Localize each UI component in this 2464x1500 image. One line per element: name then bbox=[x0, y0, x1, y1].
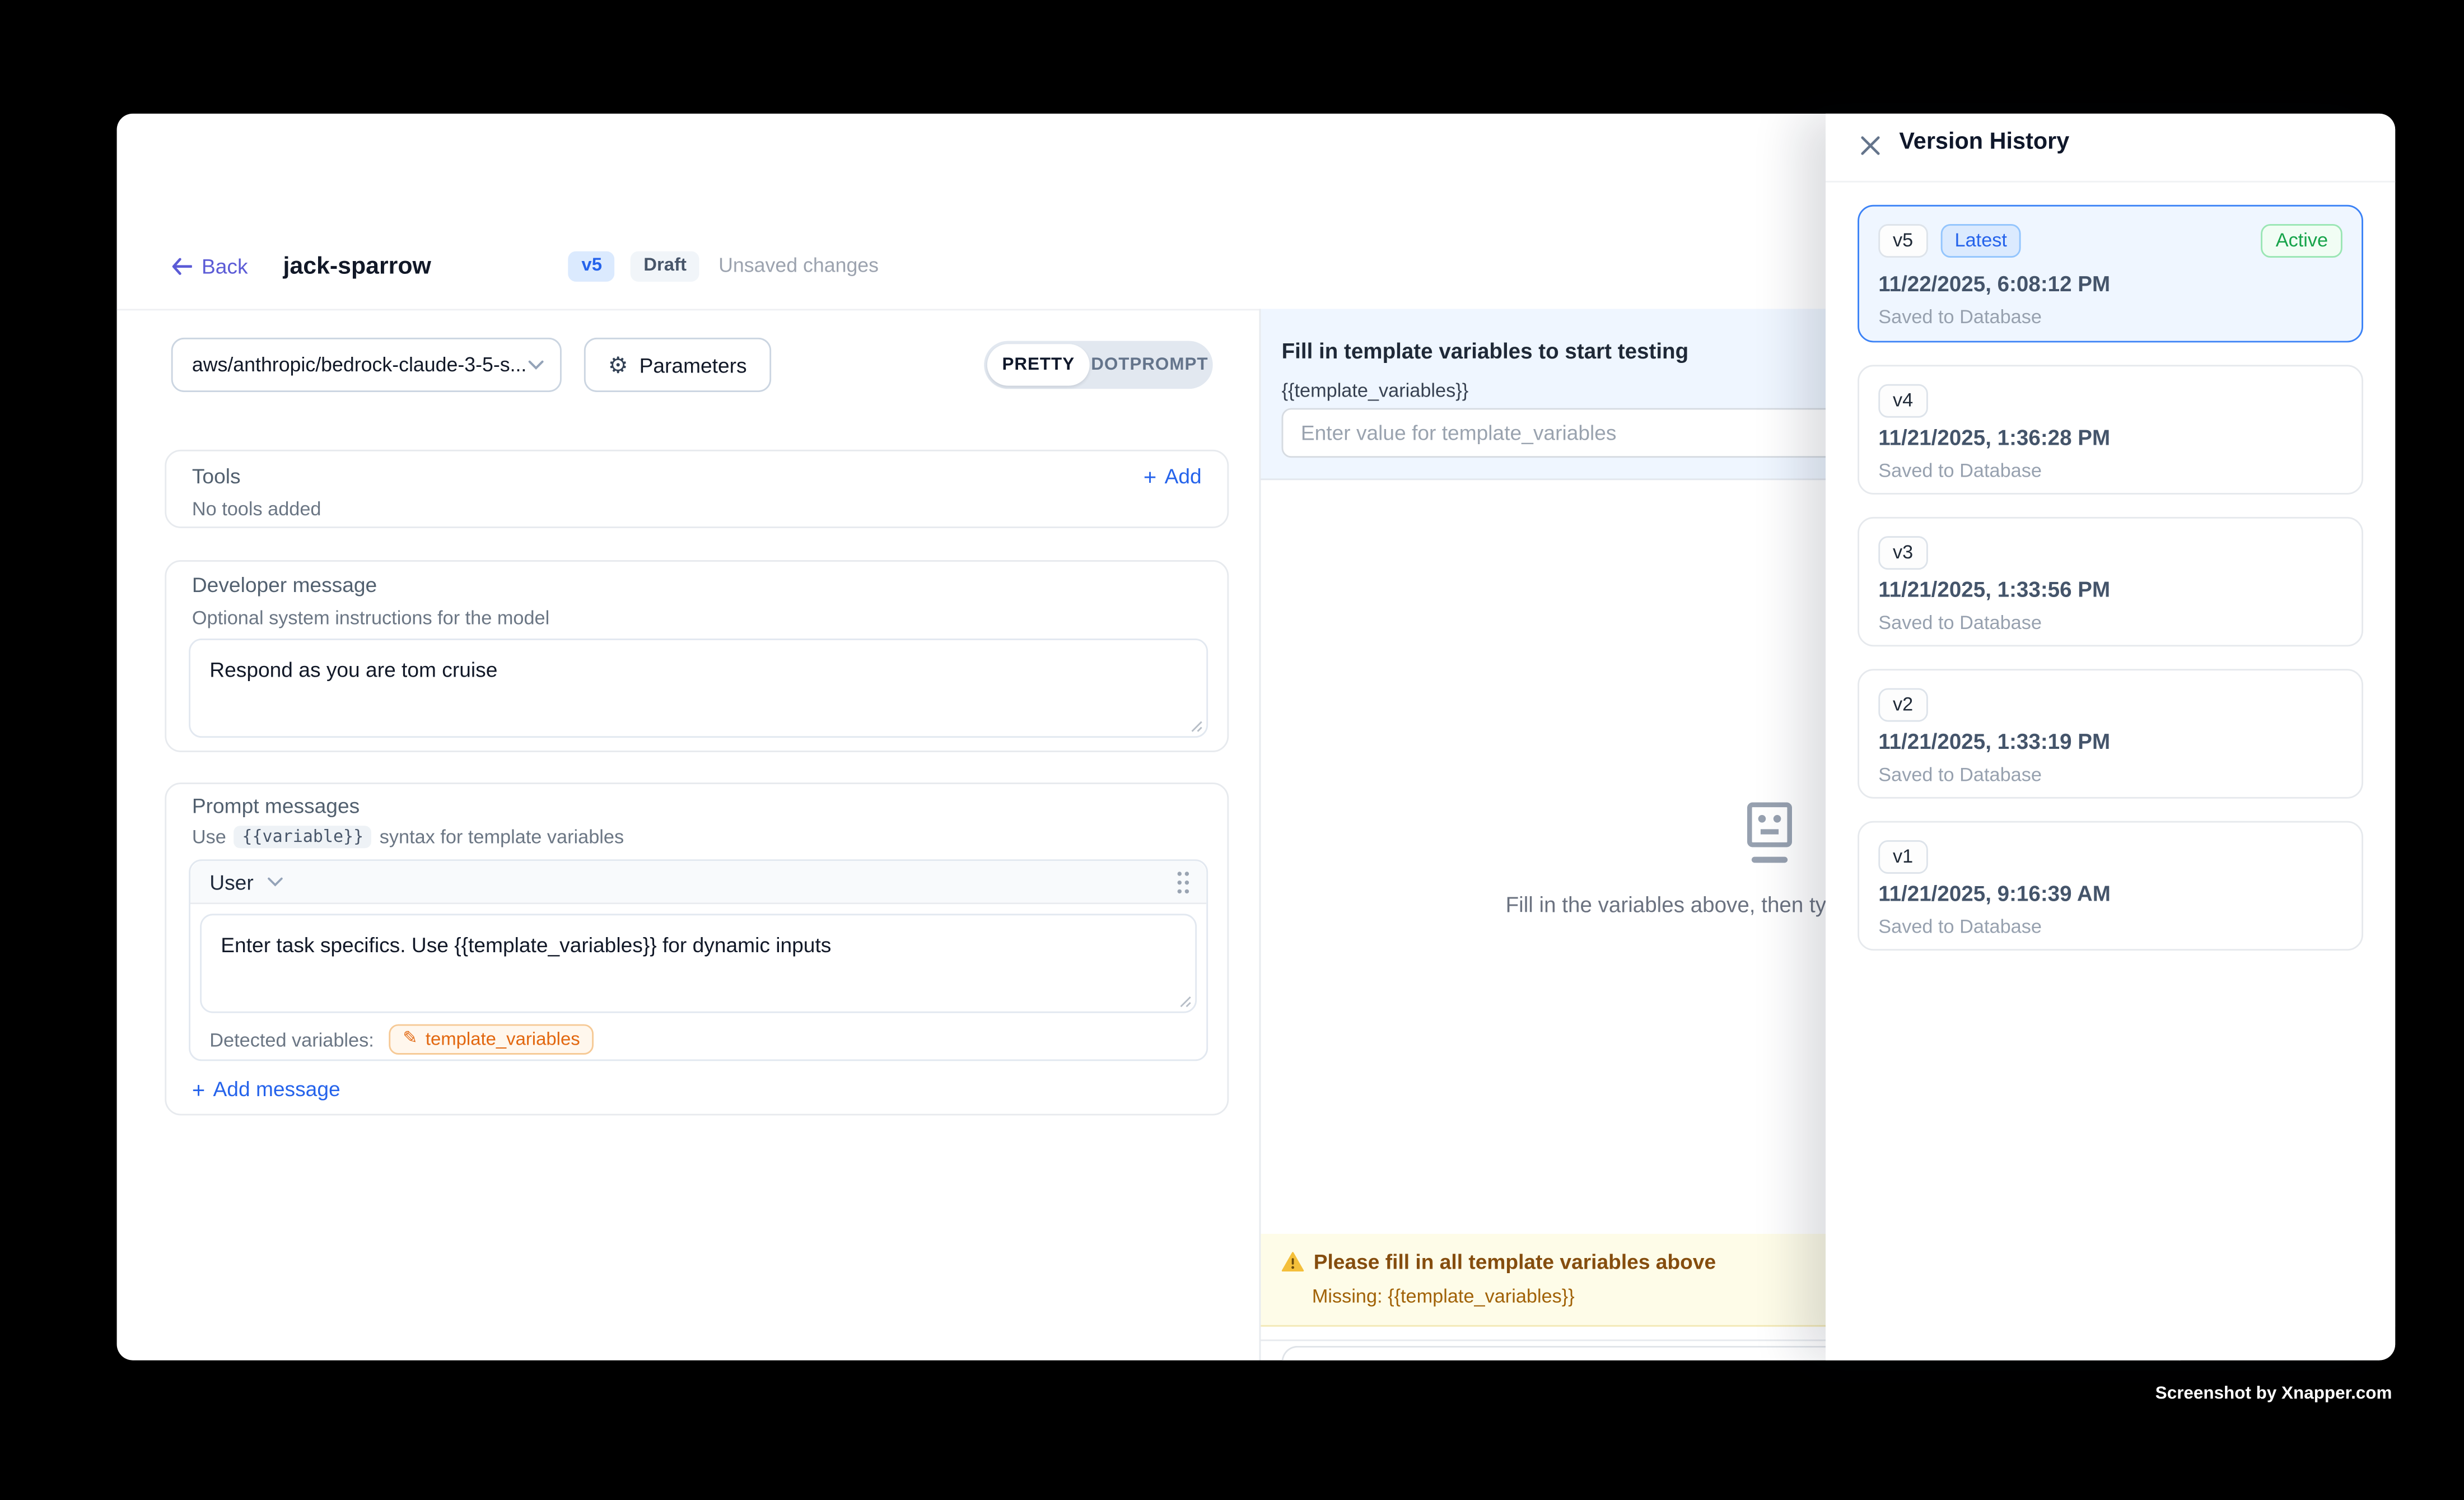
version-chip: v5 bbox=[1878, 224, 1928, 258]
developer-message-card: Developer message Optional system instru… bbox=[165, 560, 1229, 752]
chip-row: v1 bbox=[1878, 840, 1928, 874]
arrow-left-icon bbox=[171, 258, 192, 275]
version-card-v1[interactable]: v1 11/21/2025, 9:16:39 AM Saved to Datab… bbox=[1858, 821, 2363, 951]
warning-missing-text: Missing: {{template_variables}} bbox=[1312, 1285, 1575, 1307]
detected-variables-row: Detected variables: ✎ template_variables bbox=[209, 1024, 594, 1055]
back-label: Back bbox=[202, 254, 248, 278]
model-select-value: aws/anthropic/bedrock-claude-3-5-s... bbox=[192, 353, 526, 376]
warning-title-row: Please fill in all template variables ab… bbox=[1282, 1250, 1716, 1274]
tools-card: Tools + Add No tools added bbox=[165, 450, 1229, 528]
message-block: User Enter task specifics. Use {{templat… bbox=[189, 859, 1208, 1061]
panel-divider bbox=[1826, 181, 2395, 183]
unsaved-changes-text: Unsaved changes bbox=[718, 255, 879, 277]
version-chip: v1 bbox=[1878, 840, 1928, 874]
version-timestamp: 11/21/2025, 9:16:39 AM bbox=[1878, 882, 2111, 906]
prompt-messages-title: Prompt messages bbox=[192, 794, 360, 818]
version-timestamp: 11/21/2025, 1:33:19 PM bbox=[1878, 730, 2110, 754]
developer-message-subtitle: Optional system instructions for the mod… bbox=[192, 607, 549, 629]
version-card-v5[interactable]: v5 Latest Active 11/22/2025, 6:08:12 PM … bbox=[1858, 205, 2363, 343]
prompt-messages-card: Prompt messages Use {{variable}} syntax … bbox=[165, 782, 1229, 1115]
version-chip: v4 bbox=[1878, 384, 1928, 418]
gear-icon: ⚙ bbox=[608, 353, 628, 376]
plus-icon: + bbox=[192, 1078, 205, 1100]
latest-chip: Latest bbox=[1940, 224, 2022, 258]
add-tool-label: Add bbox=[1165, 464, 1202, 488]
version-card-v3[interactable]: v3 11/21/2025, 1:33:56 PM Saved to Datab… bbox=[1858, 517, 2363, 646]
message-field-wrap: Enter task specifics. Use {{template_var… bbox=[200, 914, 1197, 1013]
version-timestamp: 11/22/2025, 6:08:12 PM bbox=[1878, 272, 2110, 296]
version-chip: v3 bbox=[1878, 536, 1928, 570]
drag-handle-icon[interactable] bbox=[1176, 870, 1191, 894]
role-select[interactable]: User bbox=[209, 870, 284, 894]
plus-icon: + bbox=[1144, 465, 1156, 487]
subtitle-prefix: Use bbox=[192, 826, 226, 848]
version-storage: Saved to Database bbox=[1878, 459, 2042, 482]
toggle-pretty[interactable]: PRETTY bbox=[987, 344, 1090, 385]
bot-face-icon bbox=[1746, 800, 1794, 868]
tools-empty-text: No tools added bbox=[192, 498, 321, 520]
version-storage: Saved to Database bbox=[1878, 306, 2042, 328]
active-chip: Active bbox=[2261, 224, 2342, 258]
banner-title: Fill in template variables to start test… bbox=[1282, 339, 1689, 364]
page-title: jack-sparrow bbox=[283, 253, 431, 280]
close-icon[interactable] bbox=[1859, 134, 1882, 157]
detected-variable-chip[interactable]: ✎ template_variables bbox=[389, 1024, 595, 1055]
add-message-label: Add message bbox=[213, 1077, 340, 1101]
role-value: User bbox=[209, 870, 253, 894]
developer-message-input[interactable]: Respond as you are tom cruise bbox=[189, 639, 1208, 738]
version-history-panel: Version History v5 Latest Active 11/22/2… bbox=[1826, 114, 2395, 1361]
warning-triangle-icon bbox=[1282, 1251, 1304, 1272]
parameters-label: Parameters bbox=[640, 353, 747, 377]
add-tool-button[interactable]: + Add bbox=[1144, 464, 1202, 488]
pencil-icon: ✎ bbox=[403, 1031, 417, 1048]
watermark-text: Screenshot by Xnapper.com bbox=[2155, 1384, 2392, 1403]
detected-variable-name: template_variables bbox=[426, 1030, 580, 1049]
chip-row: v3 bbox=[1878, 536, 1928, 570]
back-button[interactable]: Back bbox=[171, 254, 248, 278]
version-badge: v5 bbox=[569, 251, 615, 282]
template-variable-label: {{template_variables}} bbox=[1282, 379, 1469, 402]
model-select[interactable]: aws/anthropic/bedrock-claude-3-5-s... bbox=[171, 338, 562, 392]
version-storage: Saved to Database bbox=[1878, 611, 2042, 633]
prompt-messages-subtitle: Use {{variable}} syntax for template var… bbox=[192, 826, 624, 848]
chip-row: v4 bbox=[1878, 384, 1928, 418]
version-storage: Saved to Database bbox=[1878, 915, 2042, 938]
empty-state-text: Fill in the variables above, then typ bbox=[1506, 893, 1838, 917]
chip-row: v2 bbox=[1878, 688, 1928, 722]
message-header: User bbox=[190, 861, 1206, 904]
message-input[interactable]: Enter task specifics. Use {{template_var… bbox=[200, 914, 1197, 1013]
version-history-title: Version History bbox=[1899, 129, 2069, 155]
developer-message-field-wrap: Respond as you are tom cruise bbox=[189, 639, 1208, 738]
header-row: Back jack-sparrow v5 Draft Unsaved chang… bbox=[171, 251, 879, 282]
detected-variables-label: Detected variables: bbox=[209, 1028, 374, 1051]
version-storage: Saved to Database bbox=[1878, 763, 2042, 786]
variable-syntax-chip: {{variable}} bbox=[234, 826, 371, 848]
version-card-v2[interactable]: v2 11/21/2025, 1:33:19 PM Saved to Datab… bbox=[1858, 669, 2363, 798]
chip-row: v5 Latest bbox=[1878, 224, 2021, 258]
version-card-v4[interactable]: v4 11/21/2025, 1:36:28 PM Saved to Datab… bbox=[1858, 365, 2363, 494]
version-timestamp: 11/21/2025, 1:36:28 PM bbox=[1878, 426, 2110, 450]
format-toggle: PRETTY DOTPROMPT bbox=[984, 341, 1213, 389]
developer-message-title: Developer message bbox=[192, 573, 377, 597]
draft-badge: Draft bbox=[631, 251, 699, 282]
toggle-dotprompt[interactable]: DOTPROMPT bbox=[1090, 344, 1210, 385]
add-message-button[interactable]: + Add message bbox=[192, 1077, 340, 1101]
warning-title: Please fill in all template variables ab… bbox=[1314, 1250, 1716, 1274]
chevron-down-icon bbox=[268, 877, 284, 887]
tools-title: Tools bbox=[192, 464, 241, 488]
parameters-button[interactable]: ⚙ Parameters bbox=[584, 338, 771, 392]
version-chip: v2 bbox=[1878, 688, 1928, 722]
screenshot-stage: Back jack-sparrow v5 Draft Unsaved chang… bbox=[0, 0, 2464, 1500]
chevron-down-icon bbox=[528, 360, 544, 370]
version-timestamp: 11/21/2025, 1:33:56 PM bbox=[1878, 577, 2110, 602]
subtitle-suffix: syntax for template variables bbox=[380, 826, 624, 848]
